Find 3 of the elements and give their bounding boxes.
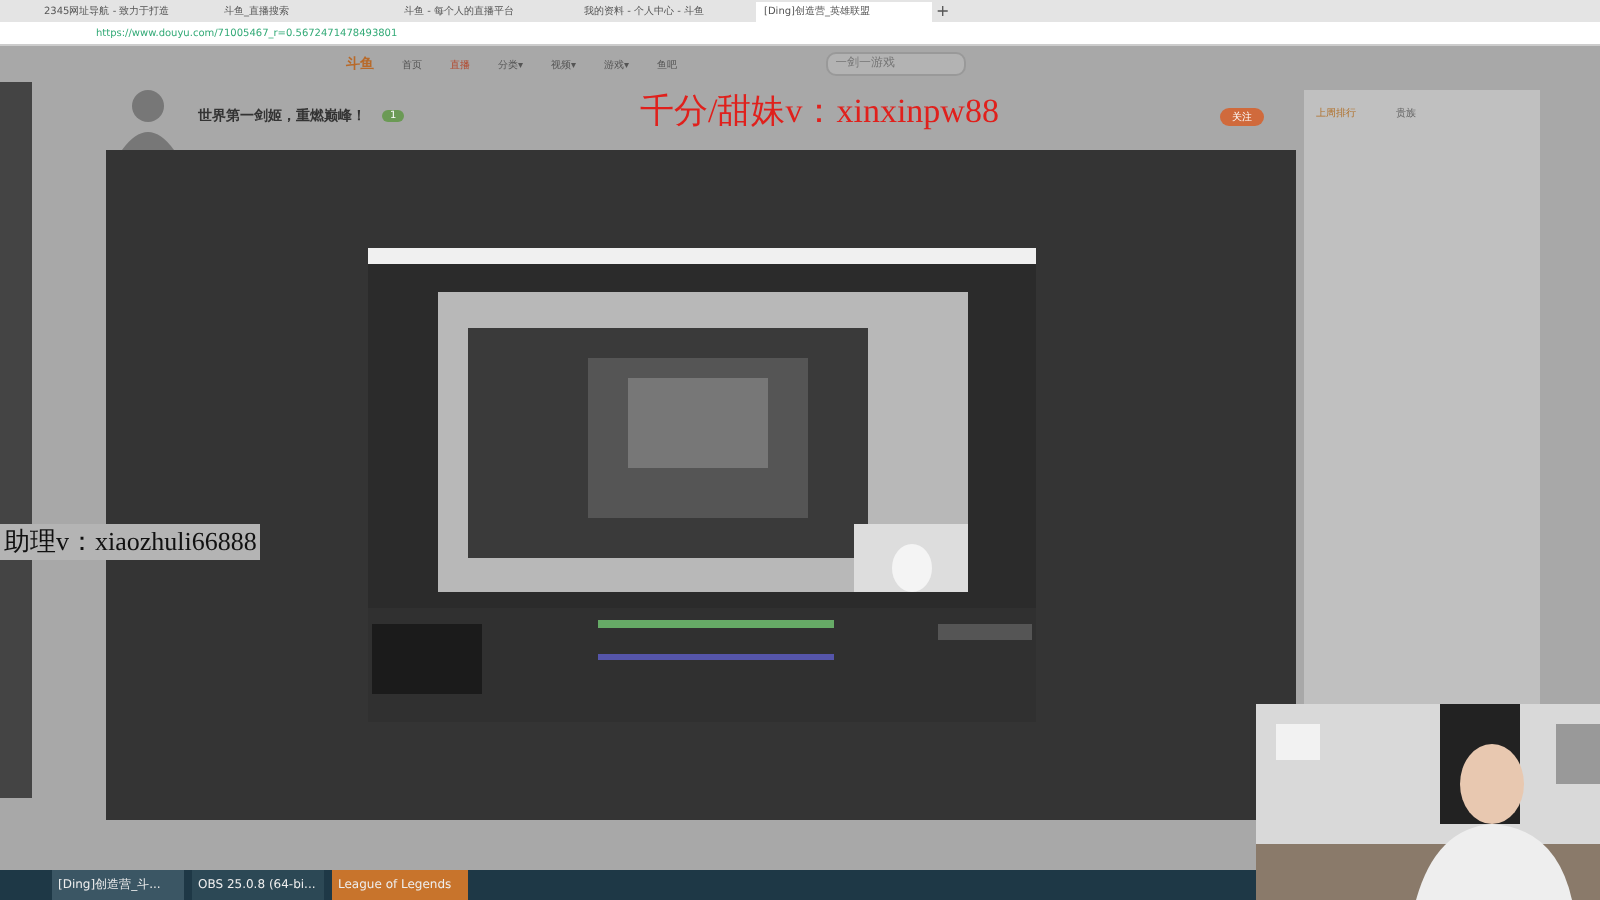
overlay-text: 助理v：xiaozhuli66888	[0, 524, 261, 560]
overlay-text: 千分/甜妹v：xinxinpw88	[640, 90, 999, 134]
new-tab-button[interactable]: +	[936, 2, 950, 22]
